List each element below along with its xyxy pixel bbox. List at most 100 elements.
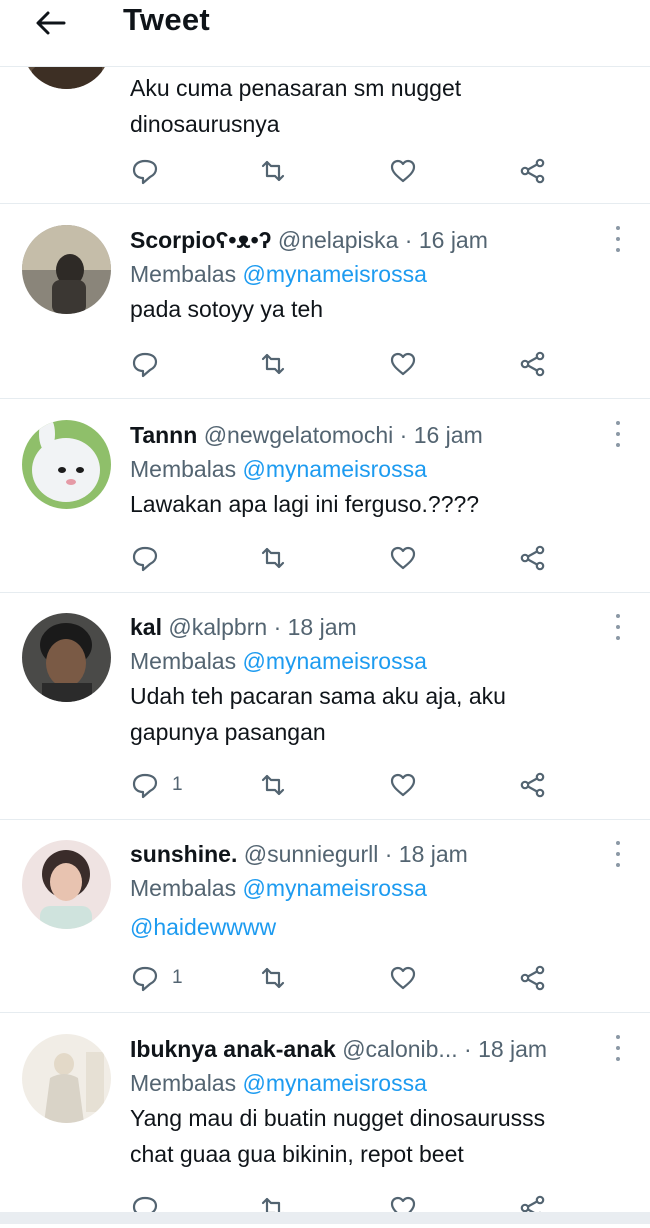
- reply-button[interactable]: [130, 538, 160, 578]
- avatar[interactable]: [22, 420, 111, 509]
- user-name[interactable]: Tannn: [130, 422, 197, 448]
- tweet-text: Udah teh pacaran sama aku aja, aku gapun…: [130, 683, 506, 745]
- more-vertical-icon: [616, 614, 620, 618]
- user-handle[interactable]: @calonib...: [342, 1036, 457, 1062]
- replying-to: Membalas @mynameisrossa: [130, 1070, 427, 1096]
- more-vertical-icon: [616, 841, 620, 845]
- share-button[interactable]: [518, 344, 548, 384]
- reply-button[interactable]: 1: [130, 958, 183, 998]
- like-button[interactable]: [388, 958, 418, 998]
- tweet-header: kal @kalpbrn · 18 jam: [130, 614, 357, 640]
- user-name[interactable]: sunshine.: [130, 841, 237, 867]
- avatar[interactable]: [22, 225, 111, 314]
- reply-button[interactable]: [130, 151, 160, 191]
- tweet-item[interactable]: Tannn @newgelatomochi · 16 jam Membalas …: [0, 399, 650, 593]
- user-name[interactable]: Ibuknya anak-anak: [130, 1036, 336, 1062]
- reply-count: 1: [172, 967, 183, 988]
- tweet-text: Aku cuma penasaran sm nugget dinosaurusn…: [130, 75, 462, 137]
- user-name[interactable]: Scorpioʕ•ᴥ•ʔ: [130, 227, 271, 253]
- share-icon: [520, 158, 545, 184]
- like-button[interactable]: [388, 765, 418, 805]
- replying-to: Membalas @mynameisrossa: [130, 456, 427, 482]
- like-button[interactable]: [388, 151, 418, 191]
- user-handle[interactable]: @kalpbrn: [168, 614, 267, 640]
- like-button[interactable]: [388, 538, 418, 578]
- more-options-button[interactable]: [614, 1035, 622, 1061]
- mention-link[interactable]: @mynameisrossa: [243, 456, 427, 482]
- more-vertical-icon: [616, 226, 620, 230]
- reply-icon: [132, 546, 158, 572]
- like-icon: [390, 159, 416, 183]
- tweet-time[interactable]: 18 jam: [478, 1036, 547, 1062]
- replying-to: Membalas @mynameisrossa: [130, 261, 427, 287]
- tweet-text: Lawakan apa lagi ini ferguso.????: [130, 491, 480, 517]
- user-handle[interactable]: @nelapiska: [278, 227, 399, 253]
- tweet-text: pada sotoyy ya teh: [130, 296, 324, 322]
- page-title: Tweet: [123, 2, 211, 37]
- share-button[interactable]: [518, 538, 548, 578]
- back-button[interactable]: [30, 8, 70, 38]
- mention-link[interactable]: @haidewwww: [130, 909, 630, 945]
- retweet-icon: [261, 160, 285, 182]
- like-button[interactable]: [388, 344, 418, 384]
- user-handle[interactable]: @newgelatomochi: [204, 422, 394, 448]
- bottom-edge: [0, 1212, 650, 1224]
- retweet-icon: [261, 547, 285, 569]
- user-name[interactable]: kal: [130, 614, 162, 640]
- more-vertical-icon: [616, 421, 620, 425]
- retweet-button[interactable]: [258, 958, 288, 998]
- like-icon: [390, 546, 416, 570]
- retweet-button[interactable]: [258, 344, 288, 384]
- mention-link[interactable]: @mynameisrossa: [243, 1070, 427, 1096]
- tweet-time[interactable]: 16 jam: [419, 227, 488, 253]
- more-options-button[interactable]: [614, 614, 622, 640]
- user-handle[interactable]: @sunniegurll: [244, 841, 379, 867]
- top-app-bar: Tweet: [0, 0, 650, 67]
- tweet-item[interactable]: kal @kalpbrn · 18 jam Membalas @mynameis…: [0, 593, 650, 820]
- replying-to: Membalas @mynameisrossa: [130, 875, 427, 901]
- retweet-icon: [261, 774, 285, 796]
- retweet-button[interactable]: [258, 538, 288, 578]
- back-arrow-icon: [36, 11, 66, 35]
- share-icon: [520, 351, 545, 377]
- reply-count: 1: [172, 774, 183, 795]
- reply-icon: [132, 159, 158, 185]
- tweet-text: Yang mau di buatin nugget dinosaurusss c…: [130, 1105, 546, 1167]
- tweet-text: @haidewwww: [130, 909, 630, 945]
- like-icon: [390, 352, 416, 376]
- tweet-time[interactable]: 18 jam: [399, 841, 468, 867]
- mention-link[interactable]: @mynameisrossa: [243, 648, 427, 674]
- avatar[interactable]: [22, 613, 111, 702]
- tweet-item[interactable]: Scorpioʕ•ᴥ•ʔ @nelapiska · 16 jam Membala…: [0, 204, 650, 399]
- tweet-header: Scorpioʕ•ᴥ•ʔ @nelapiska · 16 jam: [130, 227, 488, 253]
- tweet-time[interactable]: 16 jam: [414, 422, 483, 448]
- share-button[interactable]: [518, 151, 548, 191]
- share-icon: [520, 772, 545, 798]
- like-icon: [390, 773, 416, 797]
- retweet-button[interactable]: [258, 765, 288, 805]
- share-icon: [520, 545, 545, 571]
- like-icon: [390, 966, 416, 990]
- share-icon: [520, 965, 545, 991]
- tweet-header: Tannn @newgelatomochi · 16 jam: [130, 422, 483, 448]
- tweet-time[interactable]: 18 jam: [288, 614, 357, 640]
- tweet-item[interactable]: Ibuknya anak-anak @calonib... · 18 jam M…: [0, 1013, 650, 1222]
- share-button[interactable]: [518, 765, 548, 805]
- tweet-item[interactable]: sunshine. @sunniegurll · 18 jam Membalas…: [0, 820, 650, 1013]
- avatar[interactable]: [22, 840, 111, 929]
- more-vertical-icon: [616, 1035, 620, 1039]
- avatar[interactable]: [22, 1034, 111, 1123]
- mention-link[interactable]: @mynameisrossa: [243, 261, 427, 287]
- reply-button[interactable]: [130, 344, 160, 384]
- reply-icon: [132, 966, 158, 992]
- retweet-icon: [261, 353, 285, 375]
- mention-link[interactable]: @mynameisrossa: [243, 875, 427, 901]
- more-options-button[interactable]: [614, 421, 622, 447]
- retweet-button[interactable]: [258, 151, 288, 191]
- more-options-button[interactable]: [614, 226, 622, 252]
- share-button[interactable]: [518, 958, 548, 998]
- tweet-header: sunshine. @sunniegurll · 18 jam: [130, 841, 468, 867]
- more-options-button[interactable]: [614, 841, 622, 867]
- reply-icon: [132, 352, 158, 378]
- reply-button[interactable]: 1: [130, 765, 183, 805]
